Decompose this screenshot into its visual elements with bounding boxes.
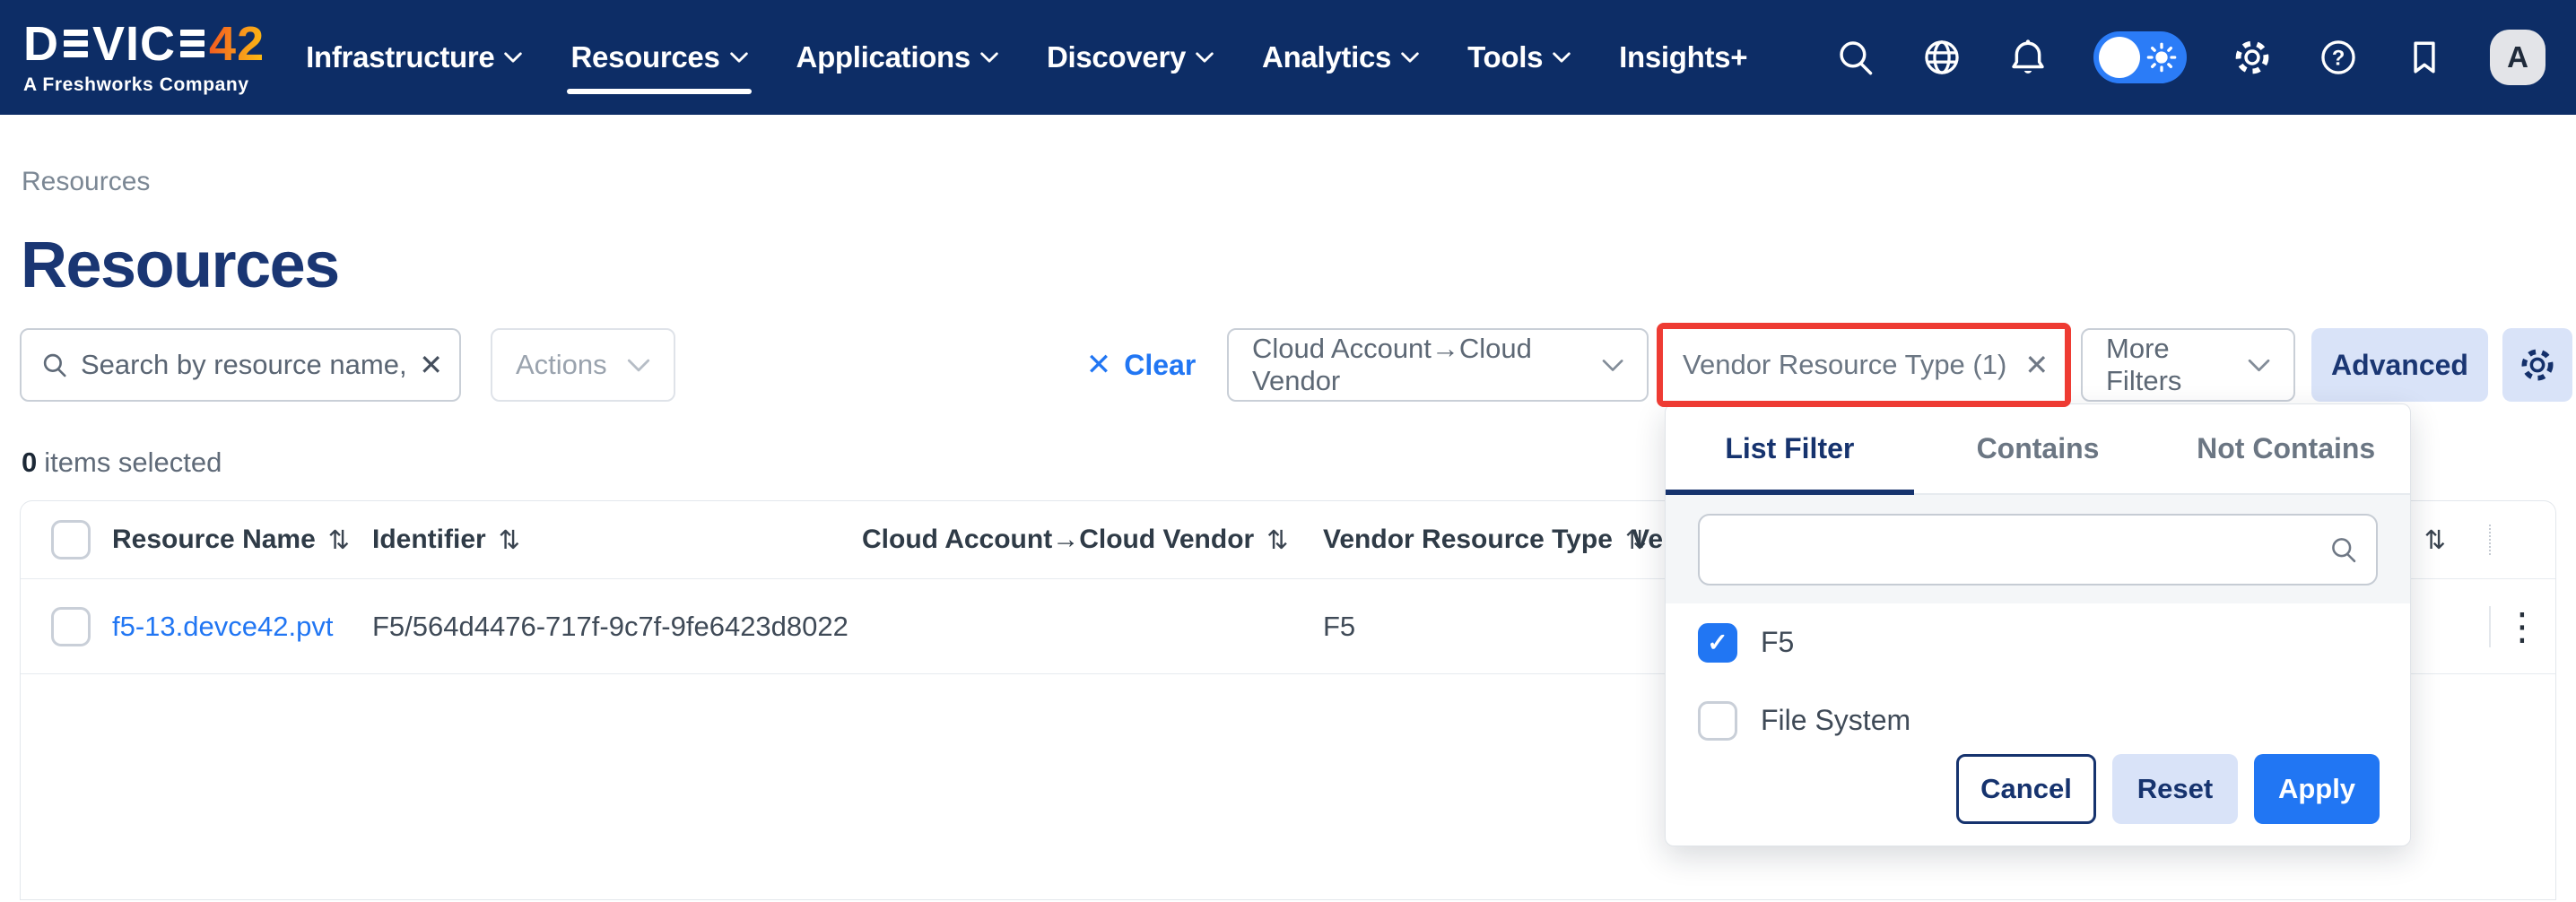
row-actions-menu[interactable]: ⋮ — [2489, 579, 2555, 673]
column-header-identifier[interactable]: Identifier ⇅ — [372, 525, 862, 555]
user-avatar[interactable]: A — [2490, 30, 2546, 85]
search-icon — [2329, 535, 2358, 564]
chevron-down-icon — [504, 52, 522, 63]
resource-search-input[interactable] — [81, 349, 406, 381]
filter-option-f5[interactable]: F5 — [1666, 603, 2410, 681]
toolbar: ✕ Actions ✕ Clear Cloud Account→Cloud Ve… — [20, 328, 2556, 402]
actions-dropdown[interactable]: Actions — [491, 328, 675, 402]
checkbox-checked[interactable] — [1698, 623, 1737, 663]
logo-letter-e-icon — [64, 30, 88, 57]
filter-search-box — [1698, 514, 2378, 585]
sun-icon — [2144, 39, 2180, 75]
column-header-resource-name[interactable]: Resource Name ⇅ — [112, 525, 372, 555]
chevron-down-icon — [730, 52, 748, 63]
filter-search-input[interactable] — [1721, 534, 2329, 565]
filter-options-list: F5 File System — [1666, 603, 2410, 759]
select-all-checkbox[interactable] — [51, 520, 91, 559]
nav-item-tools[interactable]: Tools — [1467, 40, 1571, 74]
table-settings-gear-button[interactable] — [2502, 328, 2572, 402]
bookmark-icon[interactable] — [2404, 37, 2445, 78]
cloud-vendor-filter-dropdown[interactable]: Cloud Account→Cloud Vendor — [1227, 328, 1649, 402]
tab-not-contains[interactable]: Not Contains — [2162, 404, 2410, 493]
help-icon[interactable]: ? — [2318, 37, 2359, 78]
tab-list-filter[interactable]: List Filter — [1666, 404, 1914, 493]
resource-name-link[interactable]: f5-13.devce42.pvt — [112, 611, 333, 642]
row-checkbox[interactable] — [51, 607, 91, 646]
chevron-down-icon — [2248, 359, 2270, 372]
nav-item-insights[interactable]: Insights+ — [1619, 40, 1747, 74]
main-nav: Infrastructure Resources Applications Di… — [306, 40, 1747, 74]
nav-item-infrastructure[interactable]: Infrastructure — [306, 40, 522, 74]
logo-letter-e-icon — [180, 30, 205, 57]
kebab-icon: ⋮ — [2503, 608, 2541, 646]
page-title: Resources — [21, 229, 339, 302]
filter-panel-footer: Cancel Reset Apply — [1956, 754, 2380, 824]
selected-count-value: 0 — [22, 447, 37, 478]
identifier-cell: F5/564d4476-717f-9c7f-9fe6423d8022 — [372, 611, 862, 643]
chevron-down-icon — [1196, 52, 1214, 63]
apply-button[interactable]: Apply — [2254, 754, 2380, 824]
clear-x-icon: ✕ — [1086, 347, 1112, 383]
logo-number: 42 — [209, 20, 265, 68]
nav-item-applications[interactable]: Applications — [796, 40, 998, 74]
search-clear-icon[interactable]: ✕ — [419, 351, 443, 379]
clear-filters-button[interactable]: ✕ Clear — [1078, 328, 1204, 402]
vendor-resource-type-filter-panel: List Filter Contains Not Contains F5 Fil… — [1665, 403, 2411, 846]
logo-letter: V — [92, 20, 126, 68]
resource-search-box: ✕ — [20, 328, 461, 402]
filter-search-section — [1666, 495, 2410, 603]
chevron-down-icon — [627, 359, 650, 372]
cancel-button[interactable]: Cancel — [1956, 754, 2096, 824]
filter-clear-icon[interactable]: ✕ — [2024, 351, 2049, 379]
chevron-down-icon — [1401, 52, 1419, 63]
device42-logo[interactable]: D V I C 42 A Freshworks Company — [23, 20, 265, 96]
column-options-header — [2489, 501, 2555, 578]
toggle-knob-icon — [2099, 37, 2140, 78]
sort-icon: ⇅ — [499, 525, 520, 555]
navbar-actions: ? A — [1835, 30, 2546, 85]
advanced-button[interactable]: Advanced — [2311, 328, 2488, 402]
nav-item-analytics[interactable]: Analytics — [1262, 40, 1419, 74]
search-icon[interactable] — [1835, 37, 1876, 78]
settings-gear-icon[interactable] — [2232, 37, 2273, 78]
theme-toggle[interactable] — [2093, 31, 2187, 83]
vendor-resource-type-highlight: Vendor Resource Type (1) ✕ — [1657, 323, 2071, 407]
logo-wordmark: D V I C 42 — [23, 20, 265, 68]
sort-icon: ⇅ — [2424, 525, 2446, 555]
column-header-vendor-resource-type[interactable]: Vendor Resource Type ⇅ — [1323, 525, 1632, 555]
globe-icon[interactable] — [1921, 37, 1962, 78]
search-icon — [41, 351, 68, 378]
vendor-resource-type-cell: F5 — [1323, 611, 1632, 643]
sort-icon: ⇅ — [328, 525, 350, 555]
filter-panel-tabs: List Filter Contains Not Contains — [1666, 404, 2410, 495]
vendor-resource-type-filter-dropdown[interactable]: Vendor Resource Type (1) ✕ — [1663, 329, 2065, 401]
svg-text:?: ? — [2332, 46, 2345, 70]
breadcrumb[interactable]: Resources — [22, 167, 150, 197]
filter-option-file-system[interactable]: File System — [1666, 681, 2410, 759]
column-header-cloud-account-cloud-vendor[interactable]: Cloud Account→Cloud Vendor ⇅ — [862, 525, 1323, 555]
reset-button[interactable]: Reset — [2112, 754, 2238, 824]
logo-letter: D — [23, 20, 59, 68]
notifications-bell-icon[interactable] — [2007, 37, 2049, 78]
selection-count: 0items selected — [22, 447, 222, 479]
chevron-down-icon — [1553, 52, 1571, 63]
chevron-down-icon — [1602, 359, 1623, 372]
logo-letter: C — [140, 20, 176, 68]
chevron-down-icon — [980, 52, 998, 63]
tab-contains[interactable]: Contains — [1914, 404, 2163, 493]
checkbox-unchecked[interactable] — [1698, 701, 1737, 741]
top-navbar: D V I C 42 A Freshworks Company Infrastr… — [0, 0, 2576, 115]
resources-page: D V I C 42 A Freshworks Company Infrastr… — [0, 0, 2576, 902]
nav-item-discovery[interactable]: Discovery — [1047, 40, 1214, 74]
logo-tagline: A Freshworks Company — [23, 74, 265, 96]
logo-letter: I — [126, 20, 140, 68]
nav-item-resources[interactable]: Resources — [570, 40, 747, 74]
more-filters-dropdown[interactable]: More Filters — [2081, 328, 2295, 402]
sort-icon: ⇅ — [1266, 525, 1288, 555]
